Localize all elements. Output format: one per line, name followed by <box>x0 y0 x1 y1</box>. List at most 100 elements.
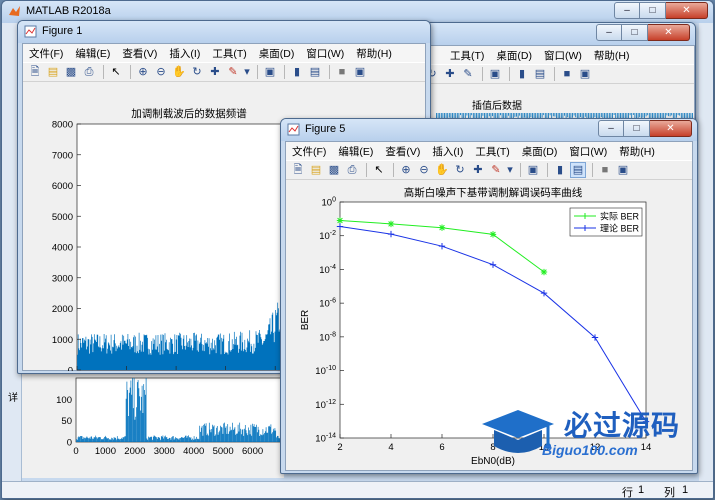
f1-pan-icon[interactable]: ✋ <box>171 64 187 80</box>
f1-zoom-in-icon[interactable]: ⊕ <box>135 64 151 80</box>
watermark: 必过源码 Biguo100.com <box>478 402 708 464</box>
f5-pan-icon[interactable]: ✋ <box>434 162 450 178</box>
f1-menu-file[interactable]: 文件(F) <box>29 46 63 61</box>
figure-back-window[interactable]: – □ ✕ 工具(T) 桌面(D) 窗口(W) 帮助(H) ↻ ✚ ✎ ▣ ▮ … <box>418 22 696 122</box>
f5-menu-view[interactable]: 查看(V) <box>385 144 420 159</box>
close-button[interactable]: ✕ <box>666 2 708 19</box>
f1-pointer-icon[interactable]: ↖ <box>108 64 124 80</box>
figure1-plot-title: 加调制载波后的数据频谱 <box>131 107 247 120</box>
back-brush-icon[interactable]: ✎ <box>460 66 476 82</box>
back-menu-tools[interactable]: 工具(T) <box>450 48 484 63</box>
f5-show-icon[interactable]: ▣ <box>615 162 631 178</box>
ber-y-tick-label: 10-12 <box>315 399 336 411</box>
f1-save-icon[interactable]: ▩ <box>63 64 79 80</box>
f5-zoom-in-icon[interactable]: ⊕ <box>398 162 414 178</box>
figure-icon <box>287 123 300 136</box>
matlab-title: MATLAB R2018a <box>26 5 111 17</box>
f1-open-icon[interactable]: ▤ <box>45 64 61 80</box>
f5-maximize-button[interactable]: □ <box>624 120 650 137</box>
f5-pointer-icon[interactable]: ↖ <box>371 162 387 178</box>
back-menu-desktop[interactable]: 桌面(D) <box>496 48 532 63</box>
ber-y-tick-label: 10-14 <box>315 433 336 445</box>
y-tick-label: 0 <box>68 366 73 372</box>
minimize-button[interactable]: – <box>614 2 640 19</box>
f5-link-icon[interactable]: ▣ <box>525 162 541 178</box>
ber-y-tick-label: 100 <box>322 197 337 209</box>
lower-x-tick-label: 2000 <box>124 446 145 457</box>
f5-legend-icon[interactable]: ▤ <box>570 162 586 178</box>
f1-show-icon[interactable]: ▣ <box>352 64 368 80</box>
f1-menu-insert[interactable]: 插入(I) <box>169 46 200 61</box>
f5-menu-window[interactable]: 窗口(W) <box>569 144 607 159</box>
f1-legend-icon[interactable]: ▤ <box>307 64 323 80</box>
f1-print-icon[interactable]: ⎙ <box>81 64 97 80</box>
back-grey-icon[interactable]: ■ <box>559 66 575 82</box>
f5-print-icon[interactable]: ⎙ <box>344 162 360 178</box>
f5-open-icon[interactable]: ▤ <box>308 162 324 178</box>
f5-save-icon[interactable]: ▩ <box>326 162 342 178</box>
f5-colorbar-icon[interactable]: ▮ <box>552 162 568 178</box>
back-colorbar-icon[interactable]: ▮ <box>514 66 530 82</box>
back-close-button[interactable]: ✕ <box>648 24 690 41</box>
f1-menu-edit[interactable]: 编辑(E) <box>75 46 110 61</box>
legend-label: 理论 BER <box>600 223 640 234</box>
f1-datacursor-icon[interactable]: ✚ <box>207 64 223 80</box>
f5-menu-file[interactable]: 文件(F) <box>292 144 326 159</box>
f1-brush-icon[interactable]: ✎ <box>225 64 241 80</box>
figure1-menubar: 文件(F) 编辑(E) 查看(V) 插入(I) 工具(T) 桌面(D) 窗口(W… <box>23 44 425 62</box>
back-rect-icon[interactable]: ▣ <box>577 66 593 82</box>
f5-new-icon[interactable]: 🗎 <box>290 162 306 178</box>
ber-y-tick-label: 10-8 <box>319 331 336 343</box>
figure5-title-bar: Figure 5 – □ ✕ <box>281 119 697 141</box>
f1-menu-help[interactable]: 帮助(H) <box>356 46 392 61</box>
ber-actual-point <box>438 224 446 231</box>
f5-datacursor-icon[interactable]: ✚ <box>470 162 486 178</box>
f1-hide-icon[interactable]: ■ <box>334 64 350 80</box>
lower-x-tick-label: 0 <box>73 446 78 457</box>
back-link-icon[interactable]: ▣ <box>487 66 503 82</box>
maximize-button[interactable]: □ <box>640 2 666 19</box>
f5-brush-menu-icon[interactable]: ▾ <box>506 162 514 178</box>
f5-menu-tools[interactable]: 工具(T) <box>475 144 509 159</box>
status-row-label: 行 <box>622 487 633 499</box>
f5-brush-icon[interactable]: ✎ <box>488 162 504 178</box>
f5-rotate-icon[interactable]: ↻ <box>452 162 468 178</box>
f1-menu-window[interactable]: 窗口(W) <box>306 46 344 61</box>
f1-menu-desktop[interactable]: 桌面(D) <box>259 46 295 61</box>
y-tick-label: 5000 <box>52 212 73 223</box>
f1-colorbar-icon[interactable]: ▮ <box>289 64 305 80</box>
y-tick-label: 4000 <box>52 243 73 254</box>
back-datacursor-icon[interactable]: ✚ <box>442 66 458 82</box>
back-maximize-button[interactable]: □ <box>622 24 648 41</box>
back-menu-window[interactable]: 窗口(W) <box>544 48 582 63</box>
figure1-toolbar: 🗎 ▤ ▩ ⎙ ↖ ⊕ ⊖ ✋ ↻ ✚ ✎ ▾ ▣ ▮ ▤ ■ ▣ <box>23 62 425 82</box>
matlab-status-bar: 行 1 列 1 <box>2 481 713 498</box>
legend-label: 实际 BER <box>600 211 640 222</box>
f5-hide-icon[interactable]: ■ <box>597 162 613 178</box>
back-legend-icon[interactable]: ▤ <box>532 66 548 82</box>
f1-menu-view[interactable]: 查看(V) <box>122 46 157 61</box>
f5-zoom-out-icon[interactable]: ⊖ <box>416 162 432 178</box>
f5-menu-help[interactable]: 帮助(H) <box>619 144 655 159</box>
f1-brush-menu-icon[interactable]: ▾ <box>243 64 251 80</box>
f1-new-icon[interactable]: 🗎 <box>27 64 43 80</box>
f5-menu-insert[interactable]: 插入(I) <box>432 144 463 159</box>
ber-actual-point <box>489 231 497 238</box>
y-tick-label: 3000 <box>52 273 73 284</box>
y-tick-label: 7000 <box>52 150 73 161</box>
lower-plot-axes: 1005000 1000 2000 3000 4000 5000 6000 <box>56 377 283 457</box>
f1-menu-tools[interactable]: 工具(T) <box>212 46 246 61</box>
back-menu-help[interactable]: 帮助(H) <box>594 48 630 63</box>
f1-zoom-out-icon[interactable]: ⊖ <box>153 64 169 80</box>
f5-menu-desktop[interactable]: 桌面(D) <box>522 144 558 159</box>
f1-rotate-icon[interactable]: ↻ <box>189 64 205 80</box>
f5-close-button[interactable]: ✕ <box>650 120 692 137</box>
back-menubar: 工具(T) 桌面(D) 窗口(W) 帮助(H) <box>420 46 694 64</box>
f1-link-icon[interactable]: ▣ <box>262 64 278 80</box>
ber-legend: 实际 BER理论 BER <box>569 207 643 237</box>
f5-menu-edit[interactable]: 编辑(E) <box>338 144 373 159</box>
matlab-logo-icon <box>9 6 20 16</box>
lower-y-tick-label: 0 <box>67 438 72 449</box>
back-minimize-button[interactable]: – <box>596 24 622 41</box>
f5-minimize-button[interactable]: – <box>598 120 624 137</box>
